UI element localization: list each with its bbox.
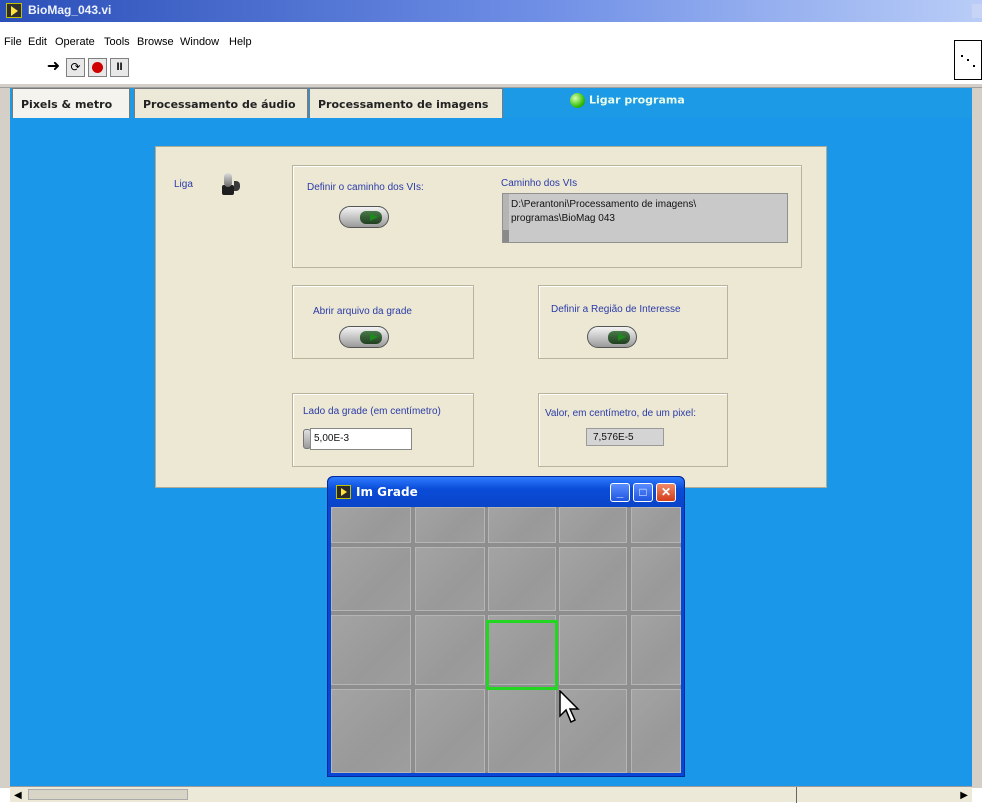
caminho-line-2: programas\BioMag 043 bbox=[511, 213, 615, 224]
run-arrow-icon[interactable]: ➜ bbox=[44, 58, 63, 77]
menu-help[interactable]: Help bbox=[229, 36, 252, 48]
grid-cell bbox=[488, 689, 556, 773]
liga-label: Liga bbox=[174, 179, 193, 190]
regiao-group: Definir a Região de Interesse bbox=[538, 285, 728, 359]
ligar-programa-label: Ligar programa bbox=[589, 93, 685, 107]
grid-cell bbox=[415, 507, 485, 543]
valor-label: Valor, em centímetro, de um pixel: bbox=[545, 408, 696, 419]
caminho-line-1: D:\Perantoni\Processamento de imagens\ bbox=[511, 199, 697, 210]
menu-bar: File Edit Operate Tools Browse Window He… bbox=[0, 34, 950, 52]
grid-cell bbox=[631, 507, 681, 543]
path-scrollbar[interactable] bbox=[503, 194, 509, 242]
valor-pixel-display: 7,576E-5 bbox=[586, 428, 664, 446]
abrir-arquivo-button[interactable] bbox=[339, 326, 389, 348]
menu-edit[interactable]: Edit bbox=[28, 36, 47, 48]
grid-cell bbox=[331, 615, 411, 685]
definir-caminho-label: Definir o caminho dos VIs: bbox=[307, 182, 424, 193]
grid-cell bbox=[488, 507, 556, 543]
definir-regiao-button[interactable] bbox=[587, 326, 637, 348]
tab-processamento-audio[interactable]: Processamento de áudio bbox=[134, 88, 308, 118]
im-grade-title: Im Grade bbox=[356, 485, 418, 499]
tab-processamento-imagens[interactable]: Processamento de imagens bbox=[309, 88, 503, 118]
menu-browse[interactable]: Browse bbox=[137, 36, 174, 48]
right-frame bbox=[972, 88, 982, 788]
definir-caminho-button[interactable] bbox=[339, 206, 389, 228]
scroll-right-icon[interactable]: ▶ bbox=[960, 790, 968, 801]
grid-cell bbox=[631, 689, 681, 773]
grid-cell bbox=[559, 547, 627, 611]
tab-pixels-metro[interactable]: Pixels & metro bbox=[12, 88, 130, 118]
abort-icon[interactable] bbox=[88, 58, 107, 77]
led-icon bbox=[570, 93, 585, 108]
roi-rectangle[interactable] bbox=[486, 620, 558, 690]
labview-vi-icon bbox=[336, 485, 351, 499]
regiao-label: Definir a Região de Interesse bbox=[551, 304, 681, 315]
lado-input[interactable]: 5,00E-3 bbox=[310, 428, 412, 450]
window-title: BioMag_043.vi bbox=[28, 3, 112, 17]
ligar-programa-indicator[interactable]: Ligar programa bbox=[570, 93, 685, 108]
labview-vi-icon bbox=[6, 3, 22, 18]
caminho-path-display[interactable]: D:\Perantoni\Processamento de imagens\ p… bbox=[502, 193, 788, 243]
caminho-path-text: D:\Perantoni\Processamento de imagens\ p… bbox=[511, 198, 696, 226]
grid-cell bbox=[559, 507, 627, 543]
run-continuously-icon[interactable]: ⟳ bbox=[66, 58, 85, 77]
lado-label: Lado da grade (em centímetro) bbox=[303, 406, 441, 417]
window-titlebar[interactable]: BioMag_043.vi bbox=[0, 0, 982, 22]
grid-cell bbox=[331, 547, 411, 611]
window-close-button[interactable] bbox=[972, 4, 982, 18]
close-button[interactable]: ✕ bbox=[656, 483, 676, 502]
grid-cell bbox=[415, 547, 485, 611]
caminho-title: Caminho dos VIs bbox=[501, 178, 578, 189]
grid-cell bbox=[415, 689, 485, 773]
maximize-button[interactable]: □ bbox=[633, 483, 653, 502]
pane-split[interactable] bbox=[796, 787, 797, 803]
menu-operate[interactable]: Operate bbox=[55, 36, 95, 48]
minimize-button[interactable]: _ bbox=[610, 483, 630, 502]
grid-cell bbox=[631, 615, 681, 685]
settings-panel: Liga Definir o caminho dos VIs: Caminho … bbox=[155, 146, 827, 488]
horizontal-scrollbar[interactable]: ◀ ▶ bbox=[10, 786, 972, 803]
grid-image[interactable] bbox=[331, 507, 681, 773]
abrir-group: Abrir arquivo da grade bbox=[292, 285, 474, 359]
im-grade-titlebar[interactable]: Im Grade _ □ ✕ bbox=[328, 477, 684, 507]
grid-cell bbox=[631, 547, 681, 611]
grid-cell bbox=[559, 615, 627, 685]
scroll-thumb[interactable] bbox=[28, 789, 188, 800]
menu-window[interactable]: Window bbox=[180, 36, 219, 48]
grid-cell bbox=[331, 689, 411, 773]
grid-cell bbox=[415, 615, 485, 685]
toolbar: ➜ ⟳ II bbox=[40, 56, 160, 80]
grid-cell bbox=[331, 507, 411, 543]
vi-connector-pane-icon bbox=[954, 40, 982, 80]
menu-tools[interactable]: Tools bbox=[104, 36, 130, 48]
grid-cell bbox=[488, 547, 556, 611]
liga-toggle-switch[interactable] bbox=[222, 173, 240, 195]
abrir-label: Abrir arquivo da grade bbox=[313, 306, 412, 317]
scroll-left-icon[interactable]: ◀ bbox=[14, 790, 22, 801]
mouse-cursor-icon bbox=[559, 690, 580, 724]
tab-control: Pixels & metro Processamento de áudio Pr… bbox=[10, 88, 972, 118]
pause-icon[interactable]: II bbox=[110, 58, 129, 77]
left-frame bbox=[0, 88, 10, 788]
im-grade-window[interactable]: Im Grade _ □ ✕ bbox=[327, 476, 685, 777]
menu-file[interactable]: File bbox=[4, 36, 22, 48]
